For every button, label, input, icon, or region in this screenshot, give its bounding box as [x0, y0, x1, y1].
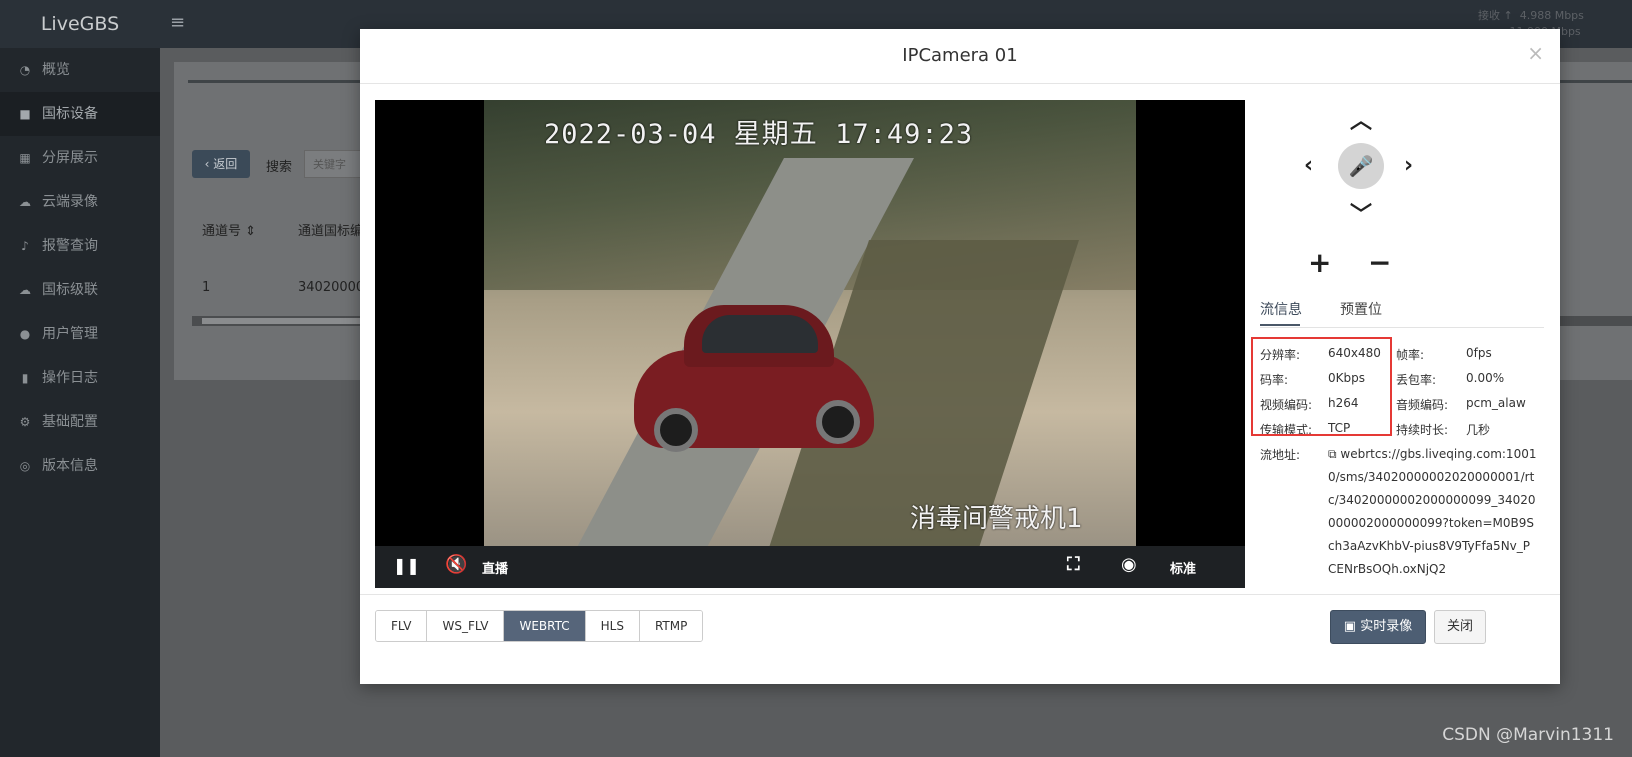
sidebar-item-label: 用户管理 — [42, 326, 98, 342]
modal-close-icon[interactable]: × — [1527, 41, 1544, 65]
users-icon: ● — [19, 327, 31, 341]
tab-presets[interactable]: 预置位 — [1340, 299, 1382, 319]
cloud-icon: ☁ — [19, 195, 31, 209]
zoom-in-icon[interactable]: + — [1308, 249, 1331, 277]
sidebar-item-cloud-record[interactable]: ☁ 云端录像 — [0, 180, 160, 224]
grid-icon: ▦ — [19, 151, 31, 165]
stream-url-text: webrtcs://gbs.liveqing.com:10010/sms/340… — [1328, 447, 1537, 576]
ptz-left-icon[interactable]: ‹ — [1304, 155, 1313, 177]
osd-timestamp: 2022-03-04 星期五 17:49:23 — [544, 119, 974, 150]
stream-url[interactable]: ⧉ webrtcs://gbs.liveqing.com:10010/sms/3… — [1328, 443, 1538, 581]
active-tab-underline — [1260, 324, 1300, 326]
record-label: 实时录像 — [1360, 619, 1413, 634]
scene-wheel — [816, 400, 860, 444]
sidebar: ◔ 概览 ■ 国标设备 ▦ 分屏展示 ☁ 云端录像 ♪ 报警查询 ☁ 国标级联 ● 用户管理 … — [0, 48, 160, 757]
snapshot-icon[interactable]: ◉ — [1121, 554, 1137, 575]
sidebar-item-label: 云端录像 — [42, 194, 98, 210]
back-button[interactable]: ‹ 返回 — [192, 150, 250, 178]
sidebar-item-devices[interactable]: ■ 国标设备 — [0, 92, 160, 136]
copy-icon[interactable]: ⧉ — [1328, 447, 1340, 461]
quality-button[interactable]: 标准 — [1170, 558, 1196, 577]
packet-loss-value: 0.00% — [1466, 371, 1505, 385]
search-label: 搜索 — [266, 160, 293, 175]
dashboard-icon: ◔ — [19, 63, 31, 77]
ptz-down-icon[interactable]: ﹀ — [1350, 205, 1372, 227]
globe-icon: ◎ — [19, 459, 31, 473]
framerate-value: 0fps — [1466, 346, 1492, 360]
ptz-up-icon[interactable]: ︿ — [1350, 111, 1372, 133]
save-icon: ▣ — [1343, 619, 1361, 634]
ptz-control: ︿ ‹ 🎤 › ﹀ — [1300, 107, 1440, 257]
audio-codec-value: pcm_alaw — [1466, 396, 1526, 410]
sidebar-item-users[interactable]: ● 用户管理 — [0, 312, 160, 356]
osd-camera-name: 消毒间警戒机1 — [910, 504, 1083, 534]
sidebar-item-split-screen[interactable]: ▦ 分屏展示 — [0, 136, 160, 180]
live-record-button[interactable]: ▣ 实时录像 — [1330, 610, 1426, 644]
back-label: 返回 — [213, 157, 238, 171]
sidebar-item-label: 分屏展示 — [42, 150, 98, 166]
camera-icon: ■ — [19, 107, 31, 121]
protocol-group: FLV WS_FLV WEBRTC HLS RTMP — [375, 610, 704, 642]
protocol-rtmp-button[interactable]: RTMP — [639, 611, 703, 641]
mute-icon[interactable]: 🔇 — [445, 554, 467, 575]
protocol-webrtc-button[interactable]: WEBRTC — [504, 611, 586, 641]
sidebar-item-cascade[interactable]: ☁ 国标级联 — [0, 268, 160, 312]
protocol-ws-flv-button[interactable]: WS_FLV — [427, 611, 505, 641]
sidebar-item-label: 概览 — [42, 62, 70, 78]
tab-stream-info[interactable]: 流信息 — [1260, 299, 1302, 319]
sidebar-item-label: 报警查询 — [42, 238, 98, 254]
sidebar-item-logs[interactable]: ▮ 操作日志 — [0, 356, 160, 400]
zoom-out-icon[interactable]: − — [1368, 249, 1391, 277]
ptz-right-icon[interactable]: › — [1404, 155, 1413, 177]
scene-wheel — [654, 408, 698, 452]
live-label: 直播 — [482, 562, 509, 577]
gears-icon: ⚙ — [19, 415, 31, 429]
sidebar-item-label: 版本信息 — [42, 458, 98, 474]
sidebar-item-settings[interactable]: ⚙ 基础配置 — [0, 400, 160, 444]
player-controls: ❚❚ 🔇 直播 ⛶ ◉ 标准 — [375, 546, 1245, 588]
packet-loss-label: 丢包率: — [1396, 373, 1437, 387]
talk-mic-icon[interactable]: 🎤 — [1338, 143, 1384, 189]
row-channel: 1 — [202, 280, 211, 295]
menu-toggle-icon[interactable]: ≡ — [170, 12, 185, 33]
recv-rate: 4.988 Mbps — [1519, 9, 1584, 22]
sidebar-item-label: 基础配置 — [42, 414, 98, 430]
fullscreen-icon[interactable]: ⛶ — [1067, 554, 1080, 575]
scene-car-window — [702, 315, 818, 353]
framerate-label: 帧率: — [1396, 348, 1425, 362]
file-icon: ▮ — [21, 371, 29, 385]
sidebar-item-overview[interactable]: ◔ 概览 — [0, 48, 160, 92]
sidebar-item-label: 操作日志 — [42, 370, 98, 386]
sidebar-item-label: 国标设备 — [42, 106, 98, 122]
protocol-flv-button[interactable]: FLV — [376, 611, 428, 641]
recv-label: 接收 ↑ — [1478, 9, 1513, 22]
modal-footer: FLV WS_FLV WEBRTC HLS RTMP ▣ 实时录像 关闭 — [360, 594, 1560, 685]
sidebar-item-version[interactable]: ◎ 版本信息 — [0, 444, 160, 488]
cloud-upload-icon: ☁ — [19, 283, 31, 297]
bell-icon: ♪ — [21, 239, 29, 253]
video-player[interactable]: 2022-03-04 星期五 17:49:23 消毒间警戒机1 ❚❚ 🔇 直播 … — [375, 100, 1245, 588]
col-channel[interactable]: 通道号 ⇕ — [202, 220, 256, 239]
app-brand: LiveGBS — [40, 13, 120, 35]
highlight-box — [1251, 337, 1392, 436]
camera-modal: IPCamera 01 × 2022-03-04 星期五 17:49:23 消毒… — [360, 29, 1560, 684]
close-button[interactable]: 关闭 — [1434, 610, 1486, 644]
info-tabs: 流信息 预置位 — [1260, 299, 1544, 328]
modal-title: IPCamera 01 — [360, 29, 1560, 84]
col-national-id: 通道国标编 — [298, 224, 364, 239]
duration-label: 持续时长: — [1396, 423, 1449, 437]
duration-value: 几秒 — [1466, 423, 1491, 437]
video-frame: 2022-03-04 星期五 17:49:23 消毒间警戒机1 — [484, 100, 1136, 560]
sidebar-item-label: 国标级联 — [42, 282, 98, 298]
protocol-hls-button[interactable]: HLS — [585, 611, 640, 641]
watermark: CSDN @Marvin1311 — [1442, 725, 1614, 745]
pause-icon[interactable]: ❚❚ — [393, 556, 420, 575]
audio-codec-label: 音频编码: — [1396, 398, 1449, 412]
sidebar-item-alarms[interactable]: ♪ 报警查询 — [0, 224, 160, 268]
url-label: 流地址: — [1260, 448, 1301, 462]
